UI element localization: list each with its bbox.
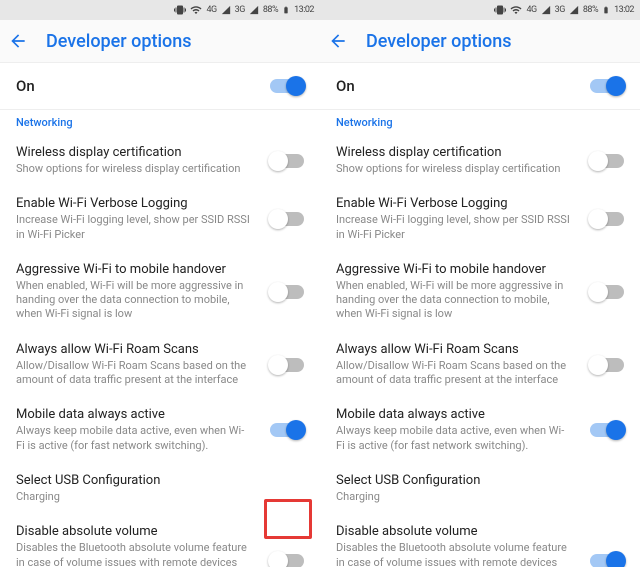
setting-row[interactable]: Wireless display certification Show opti…	[320, 135, 640, 186]
settings-list[interactable]: On Networking Wireless display certifica…	[320, 63, 640, 567]
master-switch[interactable]	[270, 79, 304, 93]
setting-subtitle: When enabled, Wi-Fi will be more aggress…	[16, 279, 252, 322]
battery-label: 88%	[583, 5, 598, 15]
setting-subtitle: Allow/Disallow Wi-Fi Roam Scans based on…	[336, 359, 572, 388]
wifi-icon	[510, 4, 522, 16]
battery-icon	[282, 4, 290, 16]
setting-row[interactable]: Aggressive Wi-Fi to mobile handover When…	[320, 252, 640, 332]
setting-row[interactable]: Wireless display certification Show opti…	[0, 135, 320, 186]
setting-row[interactable]: Disable absolute volume Disables the Blu…	[0, 514, 320, 567]
setting-title: Wireless display certification	[16, 145, 252, 160]
master-switch-row[interactable]: On	[0, 63, 320, 110]
section-header: Networking	[320, 110, 640, 135]
setting-row[interactable]: Aggressive Wi-Fi to mobile handover When…	[0, 252, 320, 332]
setting-title: Aggressive Wi-Fi to mobile handover	[336, 262, 572, 277]
setting-switch[interactable]	[590, 212, 624, 226]
status-bar: 4G 3G 88% 13:02	[0, 0, 320, 20]
battery-icon	[602, 4, 610, 16]
setting-row[interactable]: Enable Wi-Fi Verbose Logging Increase Wi…	[320, 186, 640, 252]
setting-switch[interactable]	[590, 358, 624, 372]
app-bar: Developer options	[320, 20, 640, 63]
master-switch-row[interactable]: On	[320, 63, 640, 110]
settings-list[interactable]: On Networking Wireless display certifica…	[0, 63, 320, 567]
setting-switch[interactable]	[590, 554, 624, 567]
setting-title: Wireless display certification	[336, 145, 572, 160]
setting-title: Mobile data always active	[16, 407, 252, 422]
setting-switch[interactable]	[590, 423, 624, 437]
setting-subtitle: Increase Wi-Fi logging level, show per S…	[16, 213, 252, 242]
setting-row[interactable]: Select USB Configuration Charging	[0, 463, 320, 514]
net1-label: 4G	[206, 5, 216, 15]
setting-row[interactable]: Mobile data always active Always keep mo…	[0, 397, 320, 463]
setting-switch[interactable]	[270, 554, 304, 567]
phone-screen: 4G 3G 88% 13:02 Developer options On Net…	[0, 0, 320, 567]
setting-row[interactable]: Select USB Configuration Charging	[320, 463, 640, 514]
signal-icon	[541, 5, 551, 15]
setting-title: Mobile data always active	[336, 407, 572, 422]
master-label: On	[16, 77, 35, 95]
page-title: Developer options	[46, 31, 192, 52]
setting-subtitle: Disables the Bluetooth absolute volume f…	[336, 541, 572, 567]
setting-subtitle: Show options for wireless display certif…	[16, 162, 252, 176]
setting-title: Enable Wi-Fi Verbose Logging	[16, 196, 252, 211]
master-switch[interactable]	[590, 79, 624, 93]
net2-label: 3G	[235, 5, 245, 15]
wifi-icon	[190, 4, 202, 16]
setting-subtitle: Increase Wi-Fi logging level, show per S…	[336, 213, 572, 242]
time-label: 13:02	[294, 5, 314, 15]
setting-title: Disable absolute volume	[16, 524, 252, 539]
setting-switch[interactable]	[270, 212, 304, 226]
master-label: On	[336, 77, 355, 95]
setting-subtitle: Allow/Disallow Wi-Fi Roam Scans based on…	[16, 359, 252, 388]
setting-row[interactable]: Always allow Wi-Fi Roam Scans Allow/Disa…	[320, 332, 640, 398]
setting-switch[interactable]	[270, 285, 304, 299]
app-bar: Developer options	[0, 20, 320, 63]
status-bar: 4G 3G 88% 13:02	[320, 0, 640, 20]
setting-title: Disable absolute volume	[336, 524, 572, 539]
signal-icon	[569, 5, 579, 15]
setting-subtitle: Show options for wireless display certif…	[336, 162, 572, 176]
back-icon[interactable]	[328, 31, 348, 51]
setting-row[interactable]: Disable absolute volume Disables the Blu…	[320, 514, 640, 567]
setting-title: Always allow Wi-Fi Roam Scans	[336, 342, 572, 357]
setting-title: Always allow Wi-Fi Roam Scans	[16, 342, 252, 357]
setting-subtitle: Disables the Bluetooth absolute volume f…	[16, 541, 252, 567]
setting-subtitle: When enabled, Wi-Fi will be more aggress…	[336, 279, 572, 322]
setting-switch[interactable]	[270, 358, 304, 372]
phone-screen: 4G 3G 88% 13:02 Developer options On Net…	[320, 0, 640, 567]
setting-switch[interactable]	[590, 285, 624, 299]
setting-title: Aggressive Wi-Fi to mobile handover	[16, 262, 252, 277]
vibrate-icon	[174, 4, 186, 16]
setting-title: Select USB Configuration	[336, 473, 572, 488]
setting-row[interactable]: Always allow Wi-Fi Roam Scans Allow/Disa…	[0, 332, 320, 398]
net1-label: 4G	[526, 5, 536, 15]
battery-label: 88%	[263, 5, 278, 15]
setting-switch[interactable]	[270, 154, 304, 168]
setting-row[interactable]: Mobile data always active Always keep mo…	[320, 397, 640, 463]
time-label: 13:02	[614, 5, 634, 15]
setting-switch[interactable]	[590, 154, 624, 168]
page-title: Developer options	[366, 31, 512, 52]
setting-title: Select USB Configuration	[16, 473, 252, 488]
setting-row[interactable]: Enable Wi-Fi Verbose Logging Increase Wi…	[0, 186, 320, 252]
setting-title: Enable Wi-Fi Verbose Logging	[336, 196, 572, 211]
setting-switch[interactable]	[270, 423, 304, 437]
back-icon[interactable]	[8, 31, 28, 51]
signal-icon	[221, 5, 231, 15]
setting-subtitle: Always keep mobile data active, even whe…	[16, 424, 252, 453]
setting-subtitle: Charging	[16, 490, 252, 504]
net2-label: 3G	[555, 5, 565, 15]
setting-subtitle: Always keep mobile data active, even whe…	[336, 424, 572, 453]
signal-icon	[249, 5, 259, 15]
setting-subtitle: Charging	[336, 490, 572, 504]
vibrate-icon	[494, 4, 506, 16]
section-header: Networking	[0, 110, 320, 135]
